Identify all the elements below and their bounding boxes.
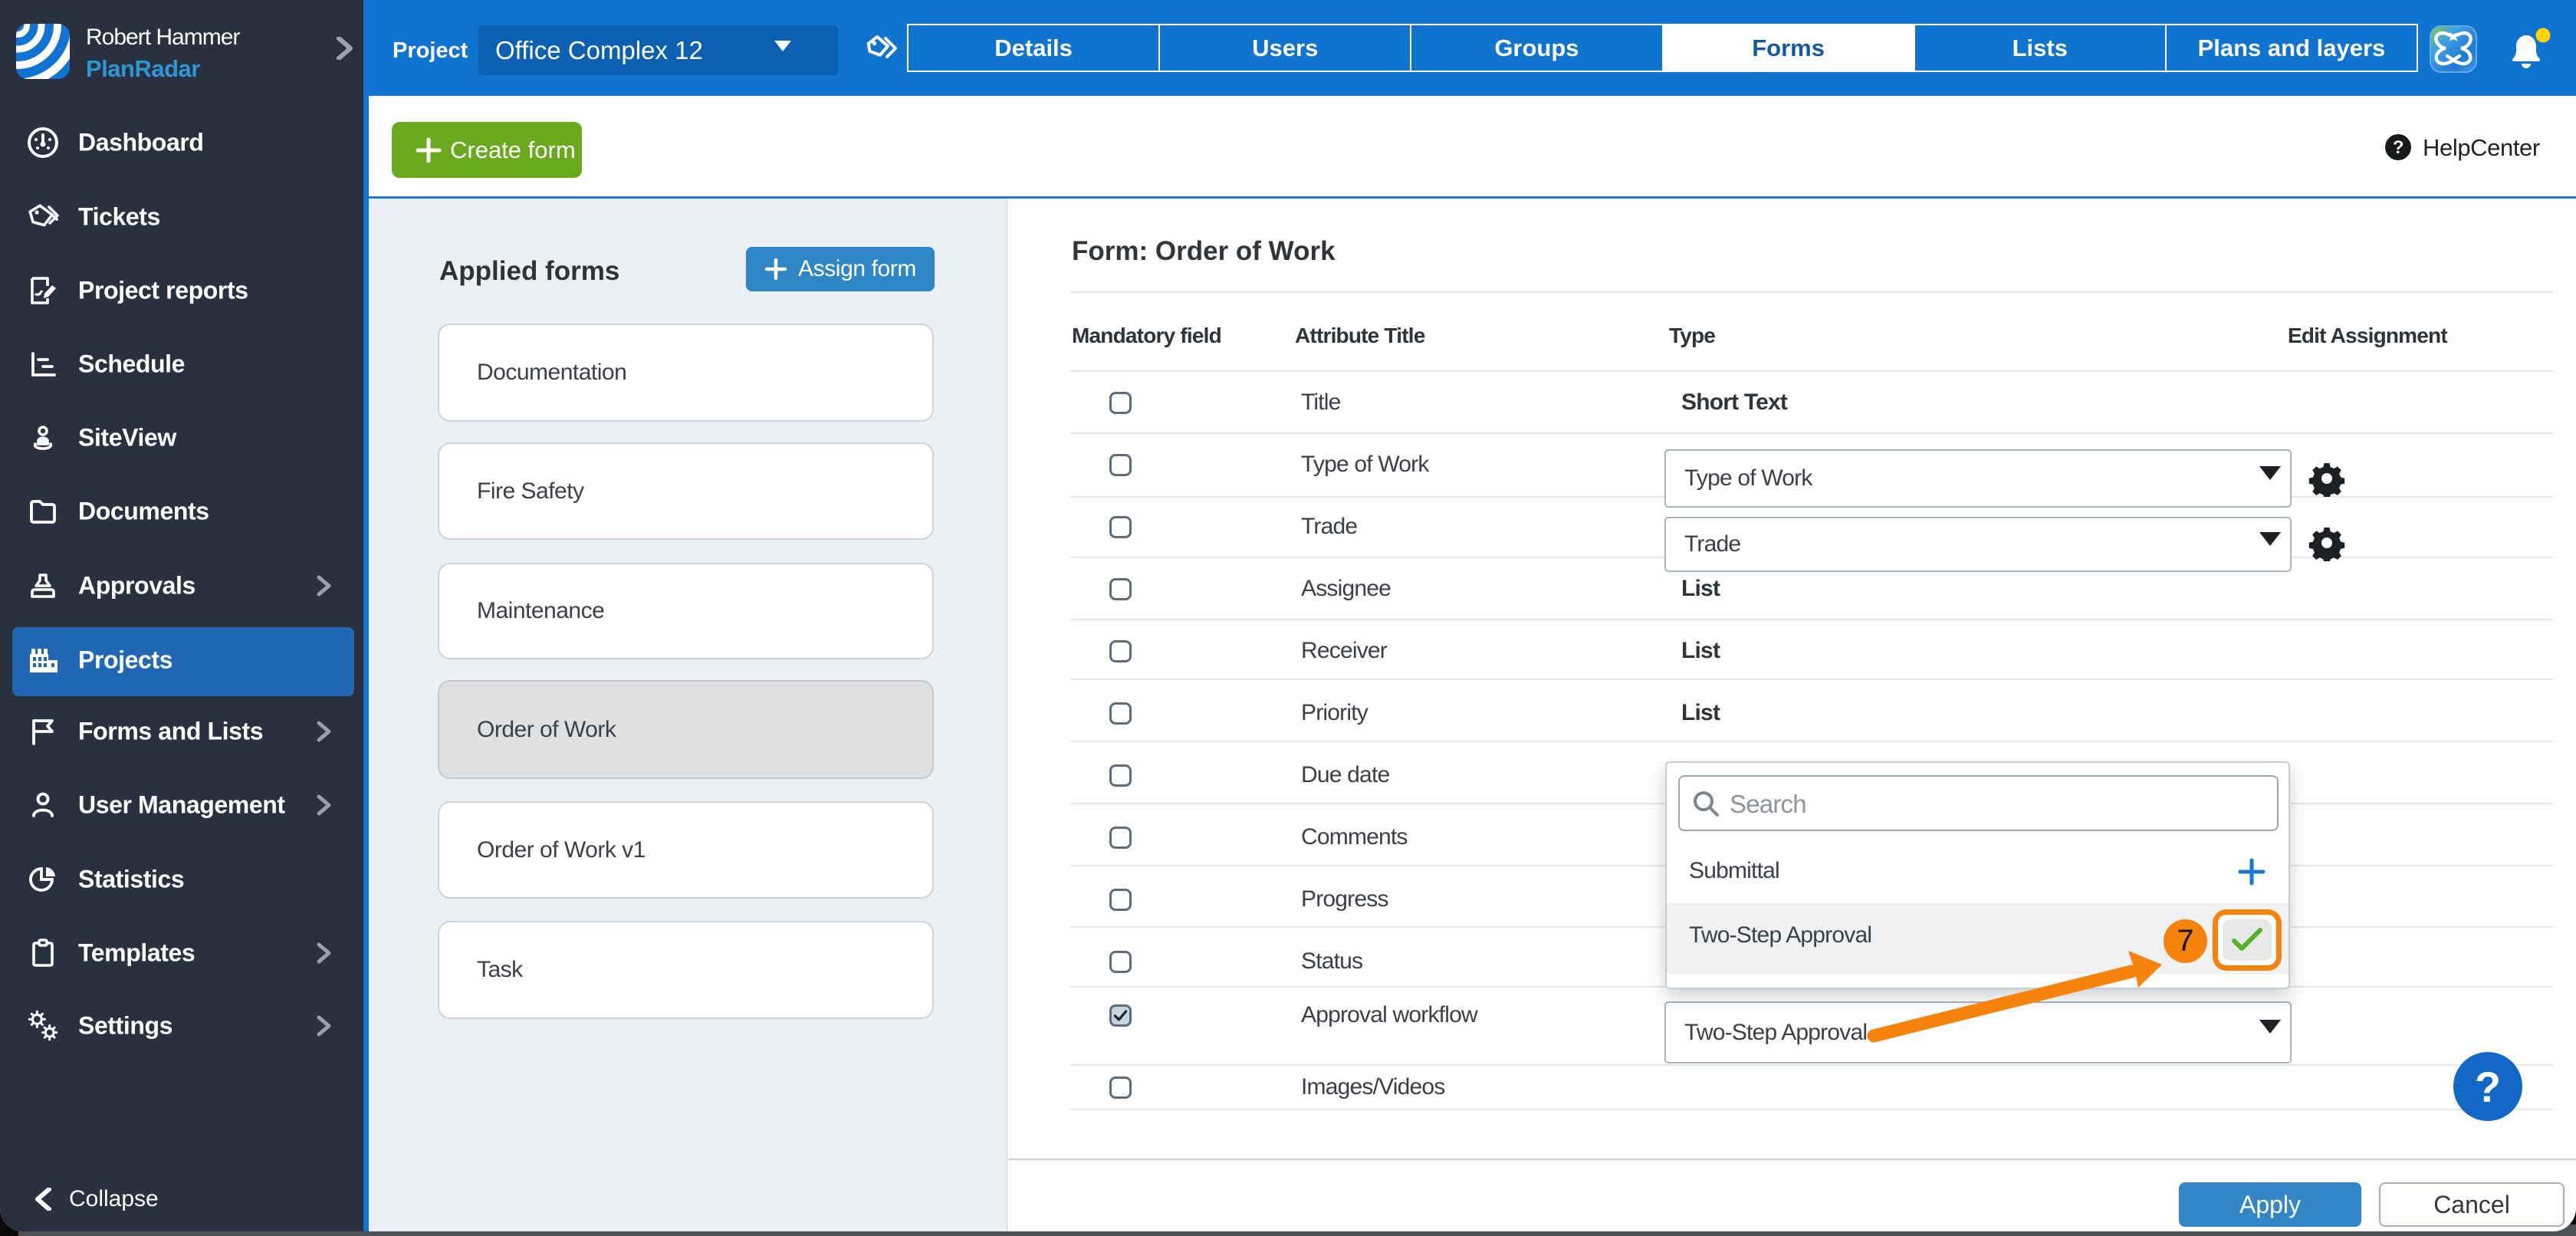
svg-text:?: ? bbox=[2393, 137, 2404, 158]
